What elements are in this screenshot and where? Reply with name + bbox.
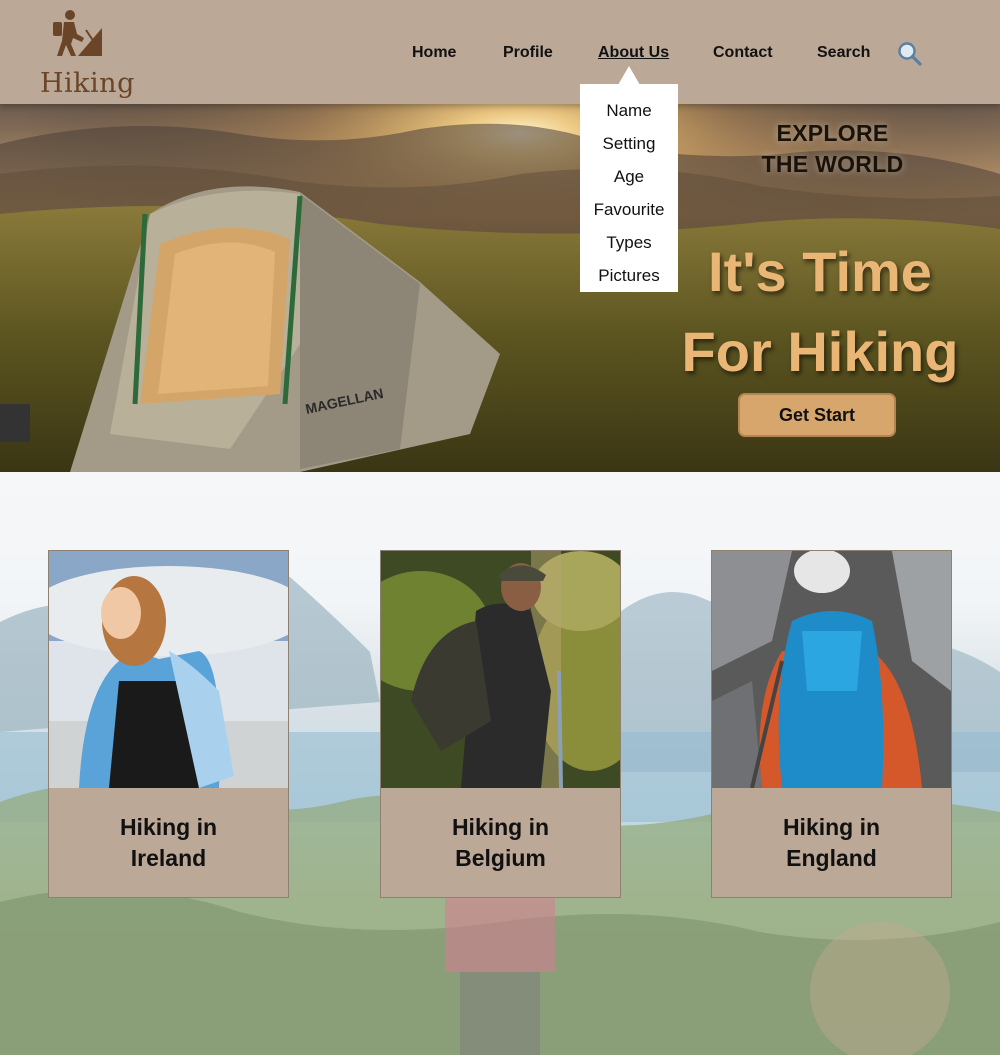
nav-contact[interactable]: Contact [713, 44, 773, 62]
card-photo-ireland [49, 551, 288, 788]
card-title-belgium-line1: Hiking in [451, 813, 550, 840]
get-start-button[interactable]: Get Start [738, 393, 896, 437]
card-title-england-line2: England [786, 844, 877, 871]
card-title-ireland: Hiking in Ireland [94, 812, 244, 874]
dropdown-item-setting[interactable]: Setting [580, 127, 678, 160]
card-belgium[interactable]: Hiking in Belgium [380, 550, 621, 898]
dropdown-item-types[interactable]: Types [580, 226, 678, 259]
man-hiker-photo [381, 551, 620, 788]
dropdown-item-name[interactable]: Name [580, 94, 678, 127]
woman-hiker-photo [49, 551, 288, 788]
nav-profile[interactable]: Profile [503, 44, 553, 62]
hero-subtitle-line2: THE WORLD [761, 151, 904, 177]
card-caption-england: Hiking in England [712, 788, 951, 897]
card-caption-belgium: Hiking in Belgium [381, 788, 620, 897]
hero-banner: MAGELLAN EXPLORE THE WORLD It's Time For… [0, 104, 1000, 472]
dropdown-pointer [618, 66, 640, 85]
dropdown-item-favourite[interactable]: Favourite [580, 193, 678, 226]
brand-name: Hiking [40, 68, 135, 99]
hiker-climbing-icon [53, 10, 102, 56]
nav-about-us[interactable]: About Us [598, 44, 669, 62]
about-us-dropdown: Name Setting Age Favourite Types Picture… [580, 84, 678, 292]
brand-logo[interactable]: Hiking [38, 8, 134, 100]
nav-search[interactable]: Search [817, 44, 870, 62]
hero-title-line2: For Hiking [681, 320, 959, 383]
card-title-belgium: Hiking in Belgium [426, 812, 576, 874]
card-title-ireland-line2: Ireland [130, 844, 207, 871]
card-title-belgium-line2: Belgium [455, 844, 546, 871]
card-photo-belgium [381, 551, 620, 788]
card-ireland[interactable]: Hiking in Ireland [48, 550, 289, 898]
card-photo-england [712, 551, 951, 788]
hero-subtitle-line1: EXPLORE [776, 120, 889, 146]
hero-subtitle: EXPLORE THE WORLD [730, 118, 935, 180]
card-title-ireland-line1: Hiking in [119, 813, 218, 840]
site-header: Hiking Home Profile About Us Contact Sea… [0, 0, 1000, 104]
card-caption-ireland: Hiking in Ireland [49, 788, 288, 897]
magnifier-icon[interactable] [897, 41, 923, 67]
card-title-england-line1: Hiking in [782, 813, 881, 840]
dropdown-item-age[interactable]: Age [580, 160, 678, 193]
hero-title: It's Time For Hiking [660, 232, 980, 392]
dropdown-item-pictures[interactable]: Pictures [580, 259, 678, 292]
card-title-england: Hiking in England [757, 812, 907, 874]
nav-home[interactable]: Home [412, 44, 456, 62]
hero-title-line1: It's Time [708, 240, 932, 303]
card-england[interactable]: Hiking in England [711, 550, 952, 898]
climber-backpack-photo [712, 551, 951, 788]
